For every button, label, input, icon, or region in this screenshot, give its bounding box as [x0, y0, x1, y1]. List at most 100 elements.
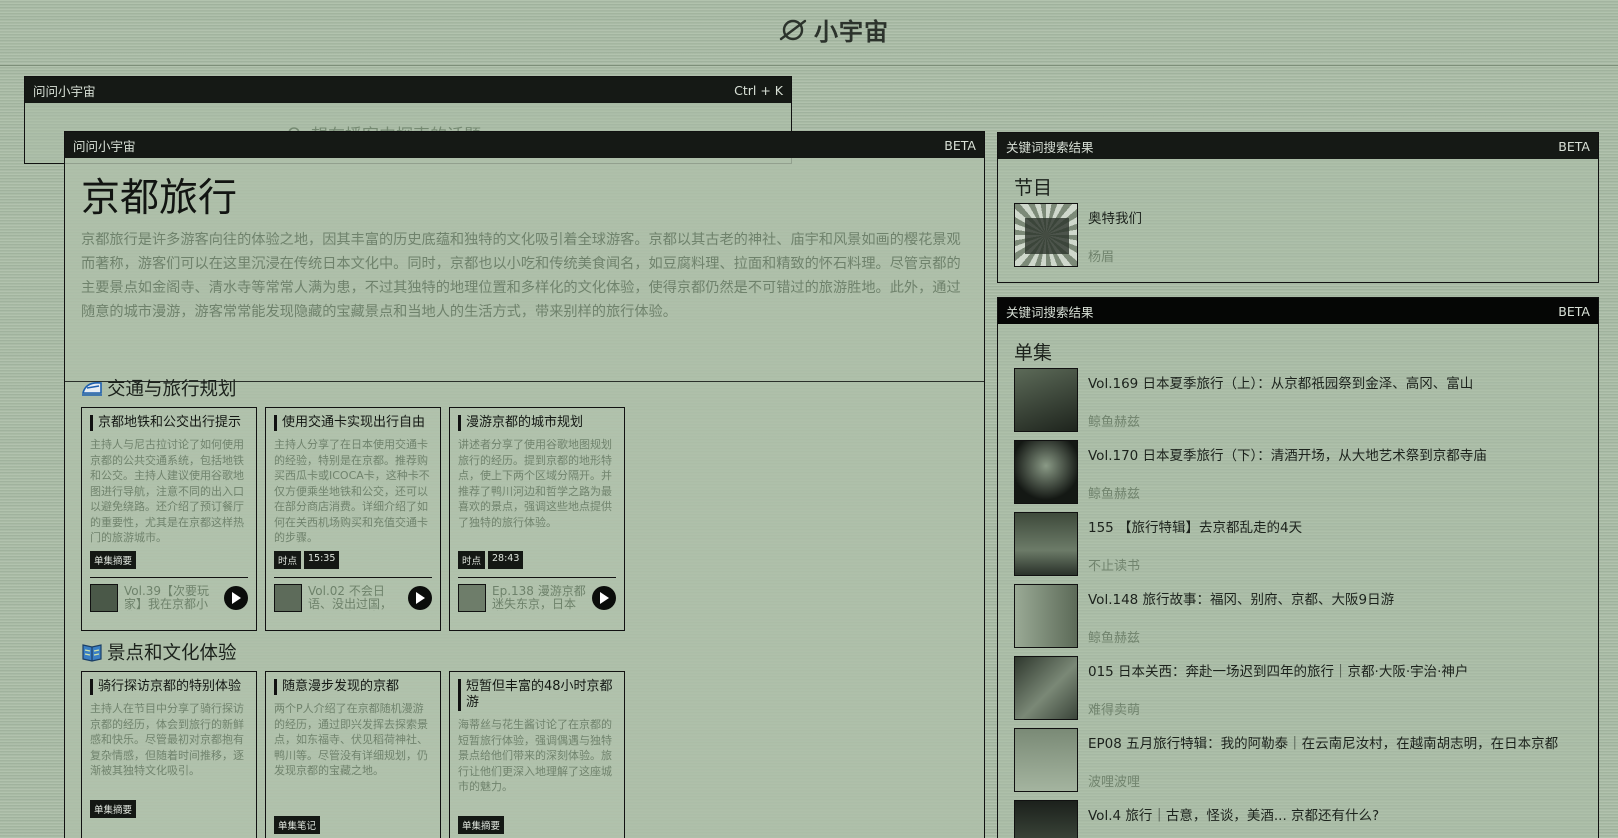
topic-summary: 京都旅行是许多游客向往的体验之地，因其丰富的历史底蕴和独特的文化吸引着全球游客。… — [81, 232, 961, 320]
beta-badge: BETA — [1558, 138, 1590, 154]
play-button[interactable] — [592, 586, 616, 610]
episode-row[interactable]: Vol.39【次要玩家】我在京都小住 — [90, 577, 248, 612]
episode-title: Vol.4 旅行｜古意，怪谈，美酒... 京都还有什么? — [1088, 808, 1380, 824]
episode-text: 015 日本关西：奔赴一场迟到四年的旅行｜京都·大阪·宇治·神户 难得卖萌 — [1088, 656, 1468, 720]
episode-author: 鲸鱼赫兹 — [1088, 415, 1141, 430]
keyword-panel-title: 关键词搜索结果 — [1006, 304, 1094, 320]
episode-text: 155 【旅行特辑】去京都乱走的4天 不止读书 — [1088, 512, 1302, 576]
episode-cover — [1014, 512, 1078, 576]
card-body: 主持人在节目中分享了骑行探访京都的经历，体会到旅行的新鲜感和快乐。尽管最初对京都… — [90, 702, 244, 777]
card-tags: 时点 15:35 — [274, 551, 432, 569]
episode-item[interactable]: Vol.169 日本夏季旅行（上）：从京都祇园祭到金泽、高冈、富山 鲸鱼赫兹 — [998, 368, 1598, 440]
episode-text: EP08 五月旅行特辑：我的阿勒泰｜在云南尼汝村，在越南胡志明，在日本京都 波哩… — [1088, 728, 1558, 792]
keyword-programs-panel: 关键词搜索结果 BETA 节目 奥特我们 杨眉 — [997, 132, 1599, 283]
episode-cover — [458, 584, 486, 612]
episode-text: Vol.148 旅行故事：福冈、别府、京都、大阪9日游 鲸鱼赫兹 — [1088, 584, 1394, 648]
episode-cover — [1014, 368, 1078, 432]
episode-item[interactable]: Vol.148 旅行故事：福冈、别府、京都、大阪9日游 鲸鱼赫兹 — [998, 584, 1598, 656]
episode-text: Vol.4 旅行｜古意，怪谈，美酒... 京都还有什么? — [1088, 800, 1379, 838]
topic-title: 京都旅行 — [81, 176, 238, 221]
card-title: 短暂但丰富的48小时京都游 — [458, 679, 616, 711]
section-transport: 交通与旅行规划 京都地铁和公交出行提示 主持人与尼古拉讨论了如何使用京都的公共交… — [81, 374, 625, 631]
topic-card[interactable]: 漫游京都的城市规划 讲述者分享了使用谷歌地图规划旅行的经历。提到京都的地形特点，… — [449, 407, 625, 631]
topic-card[interactable]: 短暂但丰富的48小时京都游 海蒂丝与花生酱讨论了在京都的短暂旅行体验，强调偶遇与… — [449, 671, 625, 838]
train-icon — [81, 382, 102, 396]
episode-cover — [1014, 800, 1078, 838]
card-tags: 单集笔记 — [274, 816, 432, 834]
program-text: 奥特我们 杨眉 — [1088, 203, 1142, 267]
episode-author: 不止读书 — [1088, 559, 1141, 574]
play-icon — [416, 592, 425, 604]
episode-title: 015 日本关西：奔赴一场迟到四年的旅行｜京都·大阪·宇治·神户 — [1088, 664, 1469, 680]
episode-row[interactable]: Vol.02 不会日语、没出过国，一个人去日本 — [274, 577, 432, 612]
episode-author: 鲸鱼赫兹 — [1088, 631, 1141, 646]
card-title: 骑行探访京都的特别体验 — [90, 679, 248, 695]
episode-item[interactable]: Vol.170 日本夏季旅行（下）：清酒开场，从大地艺术祭到京都寺庙 鲸鱼赫兹 — [998, 440, 1598, 512]
card-body: 讲述者分享了使用谷歌地图规划旅行的经历。提到京都的地形特点，使上下两个区域分隔开… — [458, 438, 612, 529]
planet-icon — [779, 19, 807, 40]
episode-item[interactable]: 015 日本关西：奔赴一场迟到四年的旅行｜京都·大阪·宇治·神户 难得卖萌 — [998, 656, 1598, 728]
episode-item[interactable]: 155 【旅行特辑】去京都乱走的4天 不止读书 — [998, 512, 1598, 584]
episode-author: 波哩波哩 — [1088, 775, 1141, 790]
card-body: 两个P人介绍了在京都随机漫游的经历，通过即兴发挥去探索景点，如东福寺、伏见稻荷神… — [274, 702, 428, 777]
card-tag: 时点 — [458, 551, 486, 569]
topic-card[interactable]: 使用交通卡实现出行自由 主持人分享了在日本使用交通卡的经验，特别是在京都。推荐购… — [265, 407, 441, 631]
topic-intro: 京都旅行 京都旅行是许多游客向往的体验之地，因其丰富的历史底蕴和独特的文化吸引着… — [65, 158, 984, 382]
program-title: 奥特我们 — [1088, 211, 1142, 227]
episode-title: Ep.138 漫游京都迷失东京，日本之旅 — [492, 585, 586, 611]
topic-card[interactable]: 骑行探访京都的特别体验 主持人在节目中分享了骑行探访京都的经历，体会到旅行的新鲜… — [81, 671, 257, 838]
episode-item[interactable]: Vol.4 旅行｜古意，怪谈，美酒... 京都还有什么? — [998, 800, 1598, 838]
section-culture: 景点和文化体验 骑行探访京都的特别体验 主持人在节目中分享了骑行探访京都的经历，… — [81, 638, 625, 838]
episode-item[interactable]: EP08 五月旅行特辑：我的阿勒泰｜在云南尼汝村，在越南胡志明，在日本京都 波哩… — [998, 728, 1598, 800]
episode-author: 鲸鱼赫兹 — [1088, 487, 1141, 502]
timestamp-tag[interactable]: 28:43 — [488, 551, 524, 569]
top-bar: 小宇宙 — [0, 0, 1618, 66]
episode-title: EP08 五月旅行特辑：我的阿勒泰｜在云南尼汝村，在越南胡志明，在日本京都 — [1088, 736, 1559, 752]
card-tags: 单集摘要 — [90, 551, 248, 569]
card-row: 骑行探访京都的特别体验 主持人在节目中分享了骑行探访京都的经历，体会到旅行的新鲜… — [81, 671, 625, 838]
card-tags: 时点 28:43 — [458, 551, 616, 569]
topic-card[interactable]: 随意漫步发现的京都 两个P人介绍了在京都随机漫游的经历，通过即兴发挥去探索景点，… — [265, 671, 441, 838]
program-item[interactable]: 奥特我们 杨眉 — [998, 203, 1598, 275]
beta-badge: BETA — [1558, 303, 1590, 319]
section-title: 景点和文化体验 — [81, 638, 625, 666]
episode-author: 难得卖萌 — [1088, 703, 1141, 718]
play-button[interactable] — [224, 586, 248, 610]
section-title-text: 景点和文化体验 — [107, 643, 237, 664]
logo[interactable]: 小宇宙 — [778, 12, 889, 47]
programs-label: 节目 — [1014, 177, 1053, 199]
shortcut-hint: Ctrl + K — [734, 82, 783, 98]
result-panel-title: 问问小宇宙 — [73, 138, 136, 154]
keyword-panel-header: 关键词搜索结果 BETA — [998, 298, 1598, 324]
episode-cover — [1014, 728, 1078, 792]
card-tag: 时点 — [274, 551, 302, 569]
episode-title: Vol.39【次要玩家】我在京都小住 — [124, 585, 210, 611]
episode-title: 155 【旅行特辑】去京都乱走的4天 — [1088, 520, 1303, 536]
ask-result-panel: 问问小宇宙 BETA 京都旅行 京都旅行是许多游客向往的体验之地，因其丰富的历史… — [64, 131, 985, 838]
ask-panel-header: 问问小宇宙 Ctrl + K — [25, 77, 791, 103]
episode-title: Vol.148 旅行故事：福冈、别府、京都、大阪9日游 — [1088, 592, 1395, 608]
episode-cover — [1014, 584, 1078, 648]
program-author: 杨眉 — [1088, 250, 1115, 265]
card-row: 京都地铁和公交出行提示 主持人与尼古拉讨论了如何使用京都的公共交通系统，包括地铁… — [81, 407, 625, 631]
card-tags: 单集摘要 — [458, 816, 616, 834]
topic-card[interactable]: 京都地铁和公交出行提示 主持人与尼古拉讨论了如何使用京都的公共交通系统，包括地铁… — [81, 407, 257, 631]
card-body: 海蒂丝与花生酱讨论了在京都的短暂旅行体验，强调偶遇与独特景点给他们带来的深刻体验… — [458, 718, 612, 793]
episode-cover — [1014, 440, 1078, 504]
map-book-icon — [82, 644, 102, 662]
card-tag: 单集摘要 — [458, 816, 505, 834]
beta-badge: BETA — [944, 137, 976, 153]
episode-cover — [90, 584, 118, 612]
episode-title: Vol.169 日本夏季旅行（上）：从京都祇园祭到金泽、高冈、富山 — [1088, 376, 1474, 392]
keyword-panel-title: 关键词搜索结果 — [1006, 139, 1094, 155]
episode-title: Vol.02 不会日语、没出过国，一个人去日本 — [308, 585, 393, 611]
card-body: 主持人分享了在日本使用交通卡的经验，特别是在京都。推荐购买西瓜卡或ICOCA卡，… — [274, 438, 430, 544]
episode-cover — [274, 584, 302, 612]
episode-row[interactable]: Ep.138 漫游京都迷失东京，日本之旅 — [458, 577, 616, 612]
play-button[interactable] — [408, 586, 432, 610]
section-title: 交通与旅行规划 — [81, 374, 625, 402]
card-tags: 单集摘要 — [90, 800, 248, 818]
timestamp-tag[interactable]: 15:35 — [304, 551, 340, 569]
card-title: 使用交通卡实现出行自由 — [274, 415, 432, 431]
result-panel-header: 问问小宇宙 BETA — [65, 132, 984, 158]
